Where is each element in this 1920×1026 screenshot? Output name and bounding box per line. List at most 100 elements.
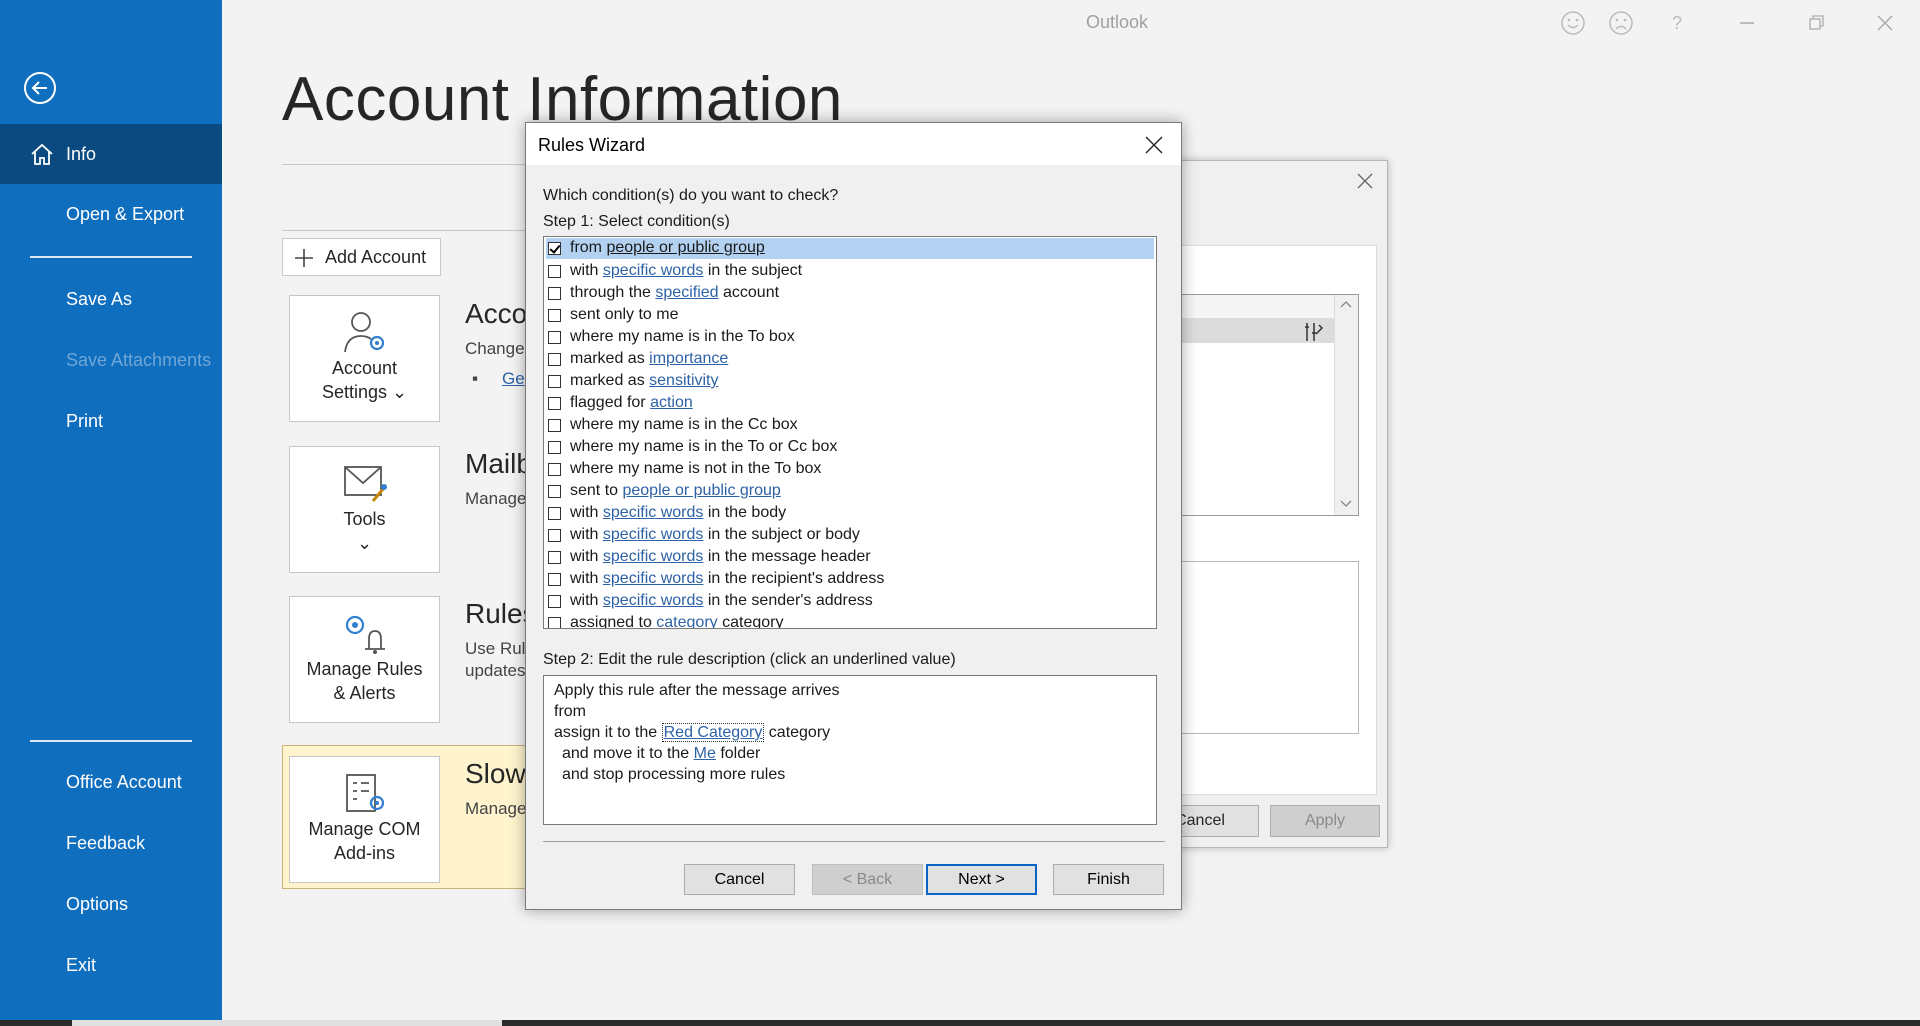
condition-checkbox[interactable]	[548, 397, 561, 410]
section-link[interactable]: Ge	[502, 368, 525, 390]
condition-checkbox[interactable]	[548, 617, 561, 628]
condition-value-link[interactable]: sensitivity	[649, 372, 718, 389]
sidebar-item-label: Save Attachments	[66, 350, 212, 370]
condition-item[interactable]: through the specified account	[544, 282, 1156, 304]
category-value-link[interactable]: Red Category	[661, 723, 765, 742]
tile-label: & Alerts	[333, 683, 396, 703]
condition-item[interactable]: with specific words in the sender's addr…	[544, 590, 1156, 612]
condition-item[interactable]: where my name is in the To box	[544, 326, 1156, 348]
section-text: updates	[465, 661, 526, 680]
sidebar-item-label: Save As	[66, 289, 133, 309]
tile-label: Manage COM	[308, 819, 421, 839]
condition-value-link[interactable]: specific words	[603, 592, 703, 609]
condition-checkbox[interactable]	[548, 573, 561, 586]
condition-text: with	[570, 548, 603, 565]
back-arrow-icon	[31, 81, 47, 95]
frown-icon[interactable]	[1608, 10, 1634, 36]
condition-item[interactable]: marked as importance	[544, 348, 1156, 370]
condition-item[interactable]: with specific words in the message heade…	[544, 546, 1156, 568]
sidebar-item-office-account[interactable]: Office Account	[0, 752, 222, 812]
manage-rules-alerts-tile[interactable]: Manage Rules & Alerts	[289, 596, 440, 723]
finish-button[interactable]: Finish	[1053, 864, 1164, 895]
tile-label: Add-ins	[333, 843, 396, 863]
restore-icon[interactable]	[1803, 10, 1829, 36]
condition-checkbox[interactable]	[548, 265, 561, 278]
condition-checkbox[interactable]	[548, 551, 561, 564]
add-account-button[interactable]: Add Account	[282, 238, 441, 276]
dialog-title: Rules Wizard	[538, 135, 646, 155]
description-text: folder	[715, 745, 761, 762]
condition-value-link[interactable]: specific words	[603, 504, 703, 521]
sidebar-item-options[interactable]: Options	[0, 874, 222, 934]
sidebar-item-save-as[interactable]: Save As	[0, 269, 222, 329]
condition-value-link[interactable]: importance	[649, 350, 728, 367]
scrollbar[interactable]	[1334, 295, 1358, 515]
dialog-titlebar: Rules Wizard	[526, 123, 1181, 165]
sidebar-item-exit[interactable]: Exit	[0, 935, 222, 995]
folder-value-link[interactable]: Me	[694, 745, 716, 762]
condition-checkbox[interactable]	[548, 507, 561, 520]
plus-icon	[295, 249, 313, 267]
condition-checkbox[interactable]	[548, 331, 561, 344]
back-button[interactable]	[24, 72, 56, 104]
rules-wizard-dialog: Rules Wizard Which condition(s) do you w…	[525, 122, 1182, 910]
condition-item[interactable]: assigned to category category	[544, 612, 1156, 628]
condition-checkbox[interactable]	[548, 242, 561, 255]
condition-value-link[interactable]: category	[656, 614, 717, 628]
condition-item[interactable]: where my name is not in the To box	[544, 458, 1156, 480]
condition-value-link[interactable]: people or public group	[622, 482, 780, 499]
condition-value-link[interactable]: people or public group	[606, 239, 764, 256]
condition-checkbox[interactable]	[548, 419, 561, 432]
condition-value-link[interactable]: specific words	[603, 570, 703, 587]
account-settings-tile[interactable]: Account Settings ⌄	[289, 295, 440, 422]
next-button[interactable]: Next >	[926, 864, 1037, 895]
condition-value-link[interactable]: specific words	[603, 262, 703, 279]
condition-checkbox[interactable]	[548, 441, 561, 454]
cancel-button[interactable]: Cancel	[684, 864, 795, 895]
condition-item[interactable]: flagged for action	[544, 392, 1156, 414]
chevron-down-icon[interactable]	[1340, 499, 1352, 509]
minimize-icon[interactable]	[1734, 10, 1760, 36]
condition-checkbox[interactable]	[548, 485, 561, 498]
condition-item[interactable]: where my name is in the Cc box	[544, 414, 1156, 436]
close-window-icon[interactable]	[1872, 10, 1898, 36]
sidebar-item-info[interactable]: Info	[0, 124, 222, 184]
condition-value-link[interactable]: specific words	[603, 548, 703, 565]
condition-item[interactable]: with specific words in the body	[544, 502, 1156, 524]
help-icon[interactable]: ?	[1664, 10, 1690, 36]
svg-text:?: ?	[1672, 13, 1682, 33]
condition-item[interactable]: sent to people or public group	[544, 480, 1156, 502]
condition-checkbox[interactable]	[548, 353, 561, 366]
condition-item[interactable]: with specific words in the subject	[544, 260, 1156, 282]
condition-value-link[interactable]: specific words	[603, 526, 703, 543]
condition-checkbox[interactable]	[548, 463, 561, 476]
conditions-list[interactable]: from people or public group with specific…	[543, 236, 1157, 629]
condition-item[interactable]: where my name is in the To or Cc box	[544, 436, 1156, 458]
condition-item[interactable]: sent only to me	[544, 304, 1156, 326]
condition-item[interactable]: with specific words in the recipient's a…	[544, 568, 1156, 590]
rule-options-icon[interactable]	[1302, 321, 1324, 343]
sidebar-item-label: Feedback	[66, 833, 146, 853]
close-icon[interactable]	[1355, 171, 1375, 191]
smile-icon[interactable]	[1560, 10, 1586, 36]
condition-item[interactable]: marked as sensitivity	[544, 370, 1156, 392]
close-icon[interactable]	[1144, 135, 1164, 155]
condition-checkbox[interactable]	[548, 287, 561, 300]
sidebar-item-print[interactable]: Print	[0, 391, 222, 451]
condition-item[interactable]: from people or public group	[546, 238, 1154, 259]
chevron-up-icon[interactable]	[1340, 299, 1352, 309]
sidebar-item-label: Options	[66, 894, 129, 914]
condition-checkbox[interactable]	[548, 375, 561, 388]
sidebar-item-feedback[interactable]: Feedback	[0, 813, 222, 873]
sidebar-item-open-export[interactable]: Open & Export	[0, 184, 222, 244]
condition-value-link[interactable]: specified	[655, 284, 718, 301]
condition-checkbox[interactable]	[548, 529, 561, 542]
condition-checkbox[interactable]	[548, 309, 561, 322]
condition-item[interactable]: with specific words in the subject or bo…	[544, 524, 1156, 546]
manage-com-addins-tile[interactable]: Manage COM Add-ins	[289, 756, 440, 883]
condition-text: with	[570, 592, 603, 609]
condition-value-link[interactable]: action	[650, 394, 693, 411]
tile-label: ⌄	[356, 533, 373, 553]
tools-tile[interactable]: Tools ⌄	[289, 446, 440, 573]
condition-checkbox[interactable]	[548, 595, 561, 608]
